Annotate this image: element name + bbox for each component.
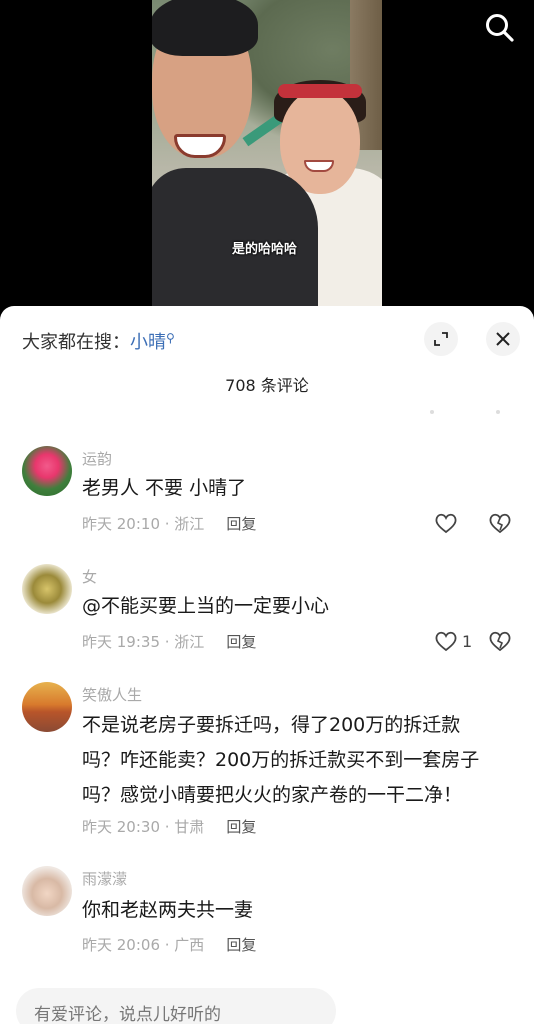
like-button[interactable] [434,512,458,534]
comment-meta: 昨天 19:35 · 浙江 回复 [82,631,256,652]
comment-username[interactable]: 运韵 [82,448,112,469]
reply-button[interactable]: 回复 [226,936,256,954]
divider-dot [430,410,434,414]
heart-icon [435,513,457,534]
comment-input[interactable]: 有爱评论，说点儿好听的 [16,988,336,1024]
comment-text: 不是说老房子要拆迁吗，得了200万的拆迁款 吗？咋还能卖？200万的拆迁款买不到… [82,708,512,813]
like-button[interactable]: 1 [434,630,472,652]
comment-time-location: 昨天 20:10 · 浙江 [82,515,205,533]
comment-text: 你和老赵两夫共一妻 [82,899,254,921]
reply-button[interactable]: 回复 [226,515,256,533]
search-prefix: 大家都在搜： [22,332,130,353]
divider-dot [496,410,500,414]
reply-button[interactable]: 回复 [226,633,256,651]
reply-button[interactable]: 回复 [226,818,256,836]
comment-username[interactable]: 雨濛濛 [82,868,127,889]
comment-input-placeholder: 有爱评论，说点儿好听的 [34,1005,221,1024]
comment-time-location: 昨天 20:06 · 广西 [82,936,205,954]
comment-meta: 昨天 20:06 · 广西 回复 [82,934,256,955]
comment-text-line: 不是说老房子要拆迁吗，得了200万的拆迁款 [82,714,461,736]
comment-count: 708 条评论 [225,376,309,395]
comment-time-location: 昨天 20:30 · 甘肃 [82,818,205,836]
video-subtitle: 是的哈哈哈 [232,242,298,257]
lotus-avatar[interactable] [22,446,72,496]
comment-meta: 昨天 20:10 · 浙江 回复 [82,513,256,534]
trending-search-bar[interactable]: 大家都在搜：小晴⚲ [22,328,175,354]
red-headband [278,84,362,98]
plant-avatar[interactable] [22,564,72,614]
comment-text: @不能买要上当的一定要小心 [82,595,330,617]
expand-icon[interactable] [424,322,458,356]
comment-meta: 昨天 20:30 · 甘肃 回复 [82,816,256,837]
comments-sheet: 大家都在搜：小晴⚲ 708 条评论 运韵 老男人 不要 小晴了 昨天 20:10… [0,306,534,1024]
like-count: 1 [462,631,473,651]
man-hair [152,0,258,56]
small-search-icon: ⚲ [166,331,175,345]
broken-heart-icon[interactable] [488,630,512,656]
comment-username[interactable]: 笑傲人生 [82,684,142,705]
man-jacket [152,168,318,306]
comment-text-line: 吗？咋还能卖？200万的拆迁款买不到一套房子 [82,749,480,771]
comment-username[interactable]: 女 [82,566,97,587]
comment-text: 老男人 不要 小晴了 [82,477,247,499]
search-keyword[interactable]: 小晴 [130,332,166,353]
comment-time-location: 昨天 19:35 · 浙江 [82,633,205,651]
video-player[interactable]: 是的哈哈哈 [0,0,534,306]
sunset-avatar[interactable] [22,682,72,732]
heart-icon [435,631,457,652]
video-frame [152,0,382,306]
broken-heart-icon[interactable] [488,512,512,538]
comment-text-line: 吗？感觉小晴要把火火的家产卷的一干二净！ [82,784,463,806]
close-icon[interactable] [486,322,520,356]
search-icon[interactable] [482,10,518,46]
baby-avatar[interactable] [22,866,72,916]
